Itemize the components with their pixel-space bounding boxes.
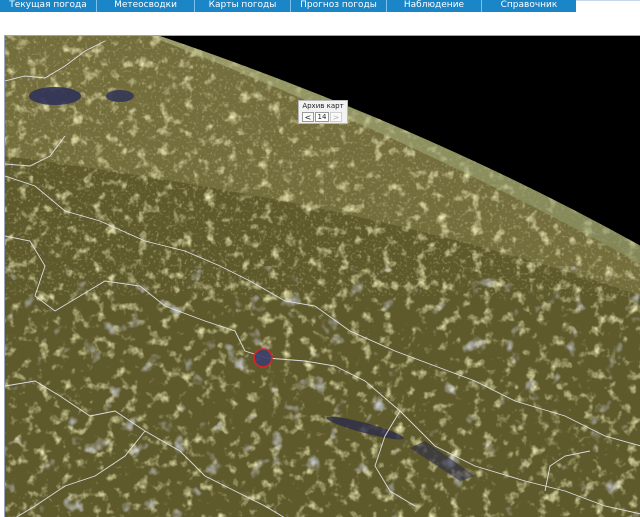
archive-prev-button[interactable]: < bbox=[302, 112, 314, 122]
archive-page-number: 14 bbox=[315, 112, 329, 122]
main-nav: Текущая погода Метеосводки Карты погоды … bbox=[0, 0, 576, 12]
nav-item-forecast[interactable]: Прогноз погоды bbox=[291, 0, 387, 12]
nav-item-reference[interactable]: Справочник bbox=[482, 0, 576, 12]
map-archive-widget: Архив карт < 14 > bbox=[298, 100, 348, 124]
nav-item-current-weather[interactable]: Текущая погода bbox=[0, 0, 97, 12]
nav-item-weather-maps[interactable]: Карты погоды bbox=[195, 0, 291, 12]
high-clouds bbox=[5, 266, 640, 517]
nav-item-observation[interactable]: Наблюдение bbox=[387, 0, 482, 12]
nav-edge-line bbox=[576, 0, 640, 1]
archive-controls: < 14 > bbox=[302, 112, 342, 122]
archive-next-button[interactable]: > bbox=[330, 112, 342, 122]
header-spacer bbox=[0, 12, 640, 36]
archive-title: Архив карт bbox=[302, 102, 344, 110]
nav-item-weather-reports[interactable]: Метеосводки bbox=[97, 0, 195, 12]
